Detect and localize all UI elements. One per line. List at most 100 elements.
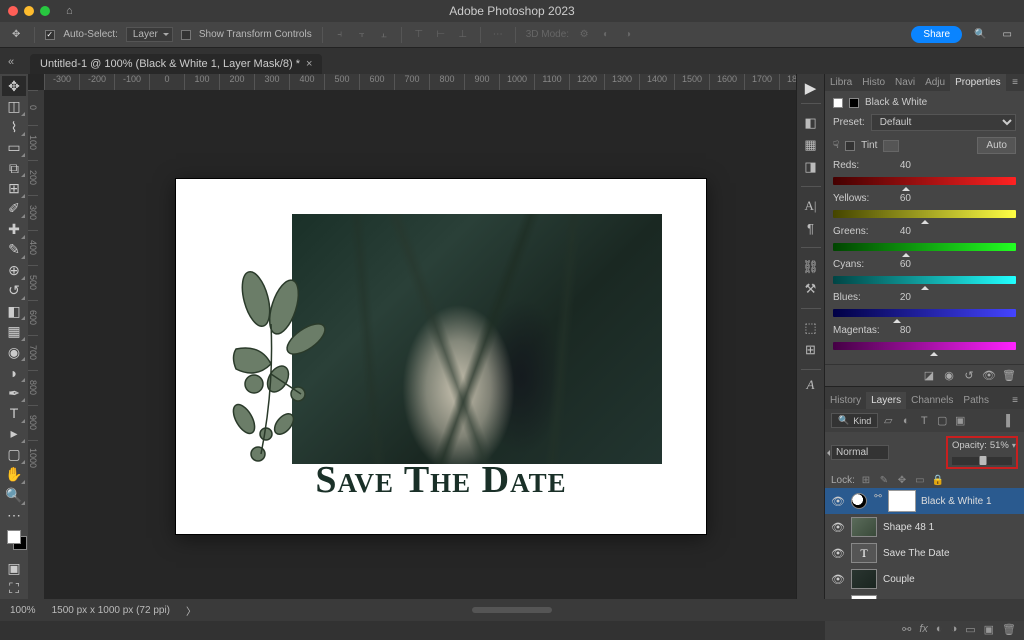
doc-info-chevron-icon[interactable]: 〉: [186, 603, 196, 618]
swatches-panel-icon[interactable]: ▦: [800, 135, 822, 155]
slider-value-magentas[interactable]: 80: [887, 325, 911, 336]
panel-tab-history[interactable]: History: [825, 392, 866, 409]
eyedropper-tool[interactable]: ✐: [2, 199, 26, 219]
layer-mask-icon[interactable]: ◐: [936, 623, 943, 636]
visibility-toggle-icon[interactable]: 👁: [831, 573, 845, 586]
slider-track-magentas[interactable]: [833, 342, 1016, 352]
filter-kind-dropdown[interactable]: Kind: [831, 413, 878, 428]
history-brush-tool[interactable]: ↺: [2, 281, 26, 301]
lock-transparency-icon[interactable]: ⊞: [859, 475, 873, 486]
shape-tool[interactable]: ▢: [2, 444, 26, 464]
3d-panel-icon[interactable]: ⬚: [800, 318, 822, 338]
opacity-slider[interactable]: [952, 457, 1012, 465]
panel-tab-paths[interactable]: Paths: [958, 392, 994, 409]
delete-layer-icon[interactable]: 🗑: [1002, 623, 1016, 636]
search-icon[interactable]: 🔍: [970, 29, 990, 40]
new-group-icon[interactable]: ▭: [965, 623, 975, 636]
link-icon[interactable]: ⚯: [873, 491, 883, 511]
filter-shape-icon[interactable]: ▢: [934, 414, 950, 428]
zoom-tool[interactable]: 🔍: [2, 485, 26, 505]
align-center-h-icon[interactable]: ⫟: [355, 28, 369, 42]
layer-name[interactable]: Shape 48 1: [883, 522, 934, 533]
scrub-bar[interactable]: [472, 607, 552, 613]
pen-tool[interactable]: ✒: [2, 383, 26, 403]
blur-tool[interactable]: ◉: [2, 342, 26, 362]
preset-dropdown[interactable]: Default: [871, 114, 1016, 131]
layers-panel-icon[interactable]: ⊞: [800, 340, 822, 360]
filter-pixel-icon[interactable]: ▱: [880, 414, 896, 428]
auto-button[interactable]: Auto: [977, 137, 1016, 154]
layer-style-icon[interactable]: fx: [919, 623, 928, 636]
clip-to-layer-icon[interactable]: ◪: [922, 369, 936, 382]
align-left-icon[interactable]: ⫞: [333, 28, 347, 42]
toggle-visibility-icon[interactable]: 👁: [982, 369, 996, 382]
slider-value-yellows[interactable]: 60: [887, 193, 911, 204]
show-transform-checkbox[interactable]: [181, 30, 191, 40]
layer-row[interactable]: 👁TSave The Date: [825, 540, 1024, 566]
panel-tab-libra[interactable]: Libra: [825, 74, 857, 91]
type-tool[interactable]: T: [2, 403, 26, 423]
slider-track-blues[interactable]: [833, 309, 1016, 319]
panel-tab-properties[interactable]: Properties: [950, 74, 1006, 91]
view-previous-icon[interactable]: ◉: [942, 369, 956, 382]
share-button[interactable]: Share: [911, 26, 962, 43]
minimize-window[interactable]: [24, 6, 34, 16]
workspace-icon[interactable]: ▭: [999, 29, 1016, 40]
slider-value-cyans[interactable]: 60: [887, 259, 911, 270]
close-window[interactable]: [8, 6, 18, 16]
document-tab[interactable]: Untitled-1 @ 100% (Black & White 1, Laye…: [30, 54, 322, 74]
filter-adjust-icon[interactable]: ◐: [898, 414, 914, 428]
auto-select-checkbox[interactable]: [45, 30, 55, 40]
reset-icon[interactable]: ↺: [962, 369, 976, 382]
foreground-color[interactable]: [7, 530, 21, 544]
layers-menu-icon[interactable]: ≡: [1006, 392, 1024, 409]
link-layers-icon[interactable]: ⚯: [902, 623, 911, 636]
slider-track-greens[interactable]: [833, 243, 1016, 253]
visibility-toggle-icon[interactable]: 👁: [831, 521, 845, 534]
panel-menu-icon[interactable]: ≡: [1006, 74, 1024, 91]
mask-thumb[interactable]: [889, 491, 915, 511]
screen-mode-tool[interactable]: ⛶: [2, 578, 26, 598]
align-right-icon[interactable]: ⫠: [377, 28, 391, 42]
glyphs-panel-icon[interactable]: A: [800, 375, 822, 395]
panel-tab-adju[interactable]: Adju: [920, 74, 950, 91]
slider-value-greens[interactable]: 40: [887, 226, 911, 237]
dodge-tool[interactable]: ◗: [2, 362, 26, 382]
gradient-tool[interactable]: ▦: [2, 321, 26, 341]
visibility-toggle-icon[interactable]: 👁: [831, 547, 845, 560]
frame-tool[interactable]: ⊞: [2, 178, 26, 198]
home-icon[interactable]: ⌂: [66, 5, 73, 17]
slider-track-reds[interactable]: [833, 177, 1016, 187]
panel-tab-navi[interactable]: Navi: [890, 74, 920, 91]
photo-couple[interactable]: [292, 214, 662, 464]
tint-checkbox[interactable]: [845, 141, 855, 151]
layer-row[interactable]: 👁 Shape 48 1: [825, 514, 1024, 540]
new-adjustment-icon[interactable]: ◑: [951, 623, 958, 636]
opacity-value[interactable]: 51%: [990, 440, 1009, 451]
lasso-tool[interactable]: ⌇: [2, 117, 26, 137]
filter-toggle-icon[interactable]: ▌: [1002, 414, 1018, 428]
layer-name[interactable]: Black & White 1: [921, 496, 992, 507]
slider-value-blues[interactable]: 20: [887, 292, 911, 303]
lock-all-icon[interactable]: 🔒: [931, 475, 945, 486]
layer-name[interactable]: Couple: [883, 574, 915, 585]
path-select-tool[interactable]: ▸: [2, 424, 26, 444]
color-panel-icon[interactable]: ◧: [800, 113, 822, 133]
slider-track-cyans[interactable]: [833, 276, 1016, 286]
maximize-window[interactable]: [40, 6, 50, 16]
eraser-tool[interactable]: ◧: [2, 301, 26, 321]
object-select-tool[interactable]: ▭: [2, 137, 26, 157]
close-tab-icon[interactable]: ×: [306, 58, 312, 70]
move-tool[interactable]: ✥: [2, 76, 26, 96]
visibility-toggle-icon[interactable]: 👁: [831, 495, 845, 508]
artboard[interactable]: Save The Date: [176, 179, 706, 534]
align-middle-icon[interactable]: ⊢: [434, 28, 448, 42]
clone-tool[interactable]: ⊕: [2, 260, 26, 280]
new-layer-icon[interactable]: ▣: [984, 623, 994, 636]
panel-tab-layers[interactable]: Layers: [866, 392, 906, 409]
paragraph-panel-icon[interactable]: ¶: [800, 218, 822, 238]
gradients-panel-icon[interactable]: ◨: [800, 157, 822, 177]
character-panel-icon[interactable]: A|: [800, 196, 822, 216]
heading-text[interactable]: Save The Date: [176, 458, 706, 502]
auto-select-dropdown[interactable]: Layer: [126, 27, 173, 42]
